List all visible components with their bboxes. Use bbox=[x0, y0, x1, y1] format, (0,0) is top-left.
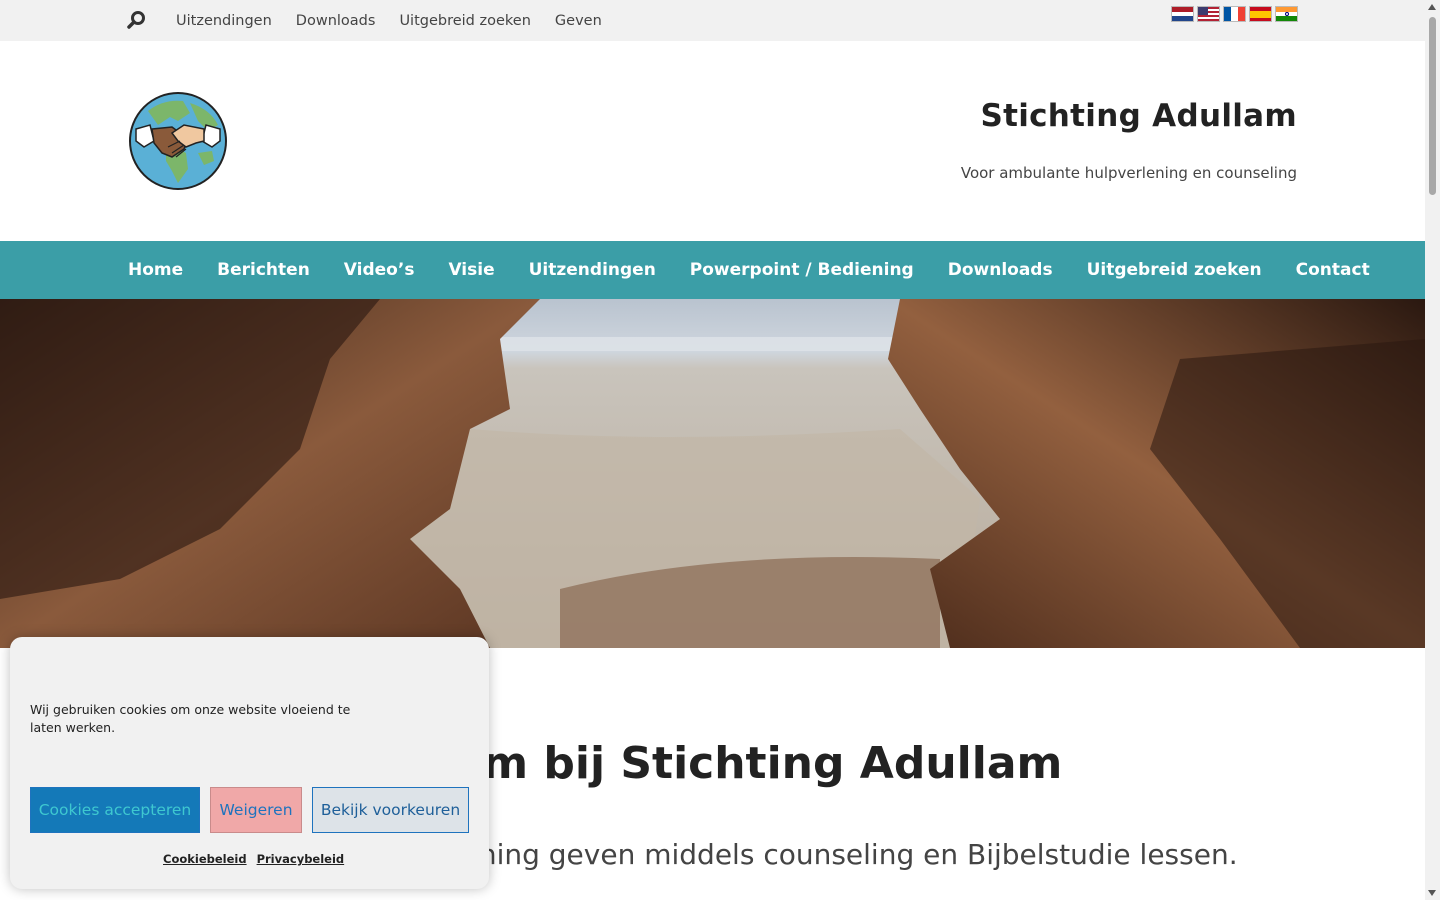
site-tagline: Voor ambulante hulpverlening en counseli… bbox=[960, 164, 1297, 182]
nav-item-contact[interactable]: Contact bbox=[1296, 260, 1370, 280]
cookie-message: Wij gebruiken cookies om onze website vl… bbox=[30, 702, 351, 735]
us-flag-icon[interactable] bbox=[1197, 6, 1220, 22]
view-preferences-button[interactable]: Bekijk voorkeuren bbox=[312, 787, 469, 833]
scrollbar-thumb[interactable] bbox=[1429, 17, 1436, 195]
dutch-flag-icon[interactable] bbox=[1171, 6, 1194, 22]
nav-item-uitgebreid-zoeken[interactable]: Uitgebreid zoeken bbox=[1087, 260, 1262, 280]
nav-item-berichten[interactable]: Berichten bbox=[217, 260, 310, 280]
french-flag-icon[interactable] bbox=[1223, 6, 1246, 22]
cookie-banner: Wij gebruiken cookies om onze website vl… bbox=[10, 637, 489, 889]
scroll-down-arrow-icon[interactable] bbox=[1428, 890, 1436, 896]
top-nav-geven[interactable]: Geven bbox=[555, 13, 602, 29]
spanish-flag-icon[interactable] bbox=[1249, 6, 1272, 22]
nav-item-downloads[interactable]: Downloads bbox=[948, 260, 1053, 280]
top-nav-uitgebreid-zoeken[interactable]: Uitgebreid zoeken bbox=[399, 13, 530, 29]
privacy-policy-link[interactable]: Privacybeleid bbox=[257, 852, 345, 866]
top-nav-downloads[interactable]: Downloads bbox=[296, 13, 376, 29]
scroll-up-arrow-icon[interactable] bbox=[1428, 4, 1436, 10]
top-nav-uitzendingen[interactable]: Uitzendingen bbox=[176, 13, 272, 29]
cookie-policy-link[interactable]: Cookiebeleid bbox=[163, 852, 247, 866]
nav-item-uitzendingen[interactable]: Uitzendingen bbox=[529, 260, 656, 280]
nav-item-powerpoint[interactable]: Powerpoint / Bediening bbox=[690, 260, 914, 280]
cookie-links: Cookiebeleid Privacybeleid bbox=[163, 852, 344, 866]
hero-image bbox=[0, 299, 1425, 648]
nav-item-home[interactable]: Home bbox=[128, 260, 183, 280]
site-title[interactable]: Stichting Adullam bbox=[980, 98, 1297, 134]
indian-flag-icon[interactable] bbox=[1275, 6, 1298, 22]
nav-item-visie[interactable]: Visie bbox=[448, 260, 494, 280]
nav-item-videos[interactable]: Video’s bbox=[344, 260, 415, 280]
language-switcher bbox=[1171, 6, 1298, 22]
main-nav: Home Berichten Video’s Visie Uitzendinge… bbox=[0, 241, 1425, 299]
site-logo[interactable] bbox=[128, 91, 228, 191]
accept-cookies-button[interactable]: Cookies accepteren bbox=[30, 787, 200, 833]
deny-cookies-button[interactable]: Weigeren bbox=[210, 787, 302, 833]
search-icon[interactable] bbox=[127, 10, 147, 30]
scrollbar[interactable] bbox=[1425, 0, 1440, 900]
top-nav: Uitzendingen Downloads Uitgebreid zoeken… bbox=[176, 0, 602, 41]
top-bar: Uitzendingen Downloads Uitgebreid zoeken… bbox=[0, 0, 1425, 41]
page: Uitzendingen Downloads Uitgebreid zoeken… bbox=[0, 0, 1425, 900]
